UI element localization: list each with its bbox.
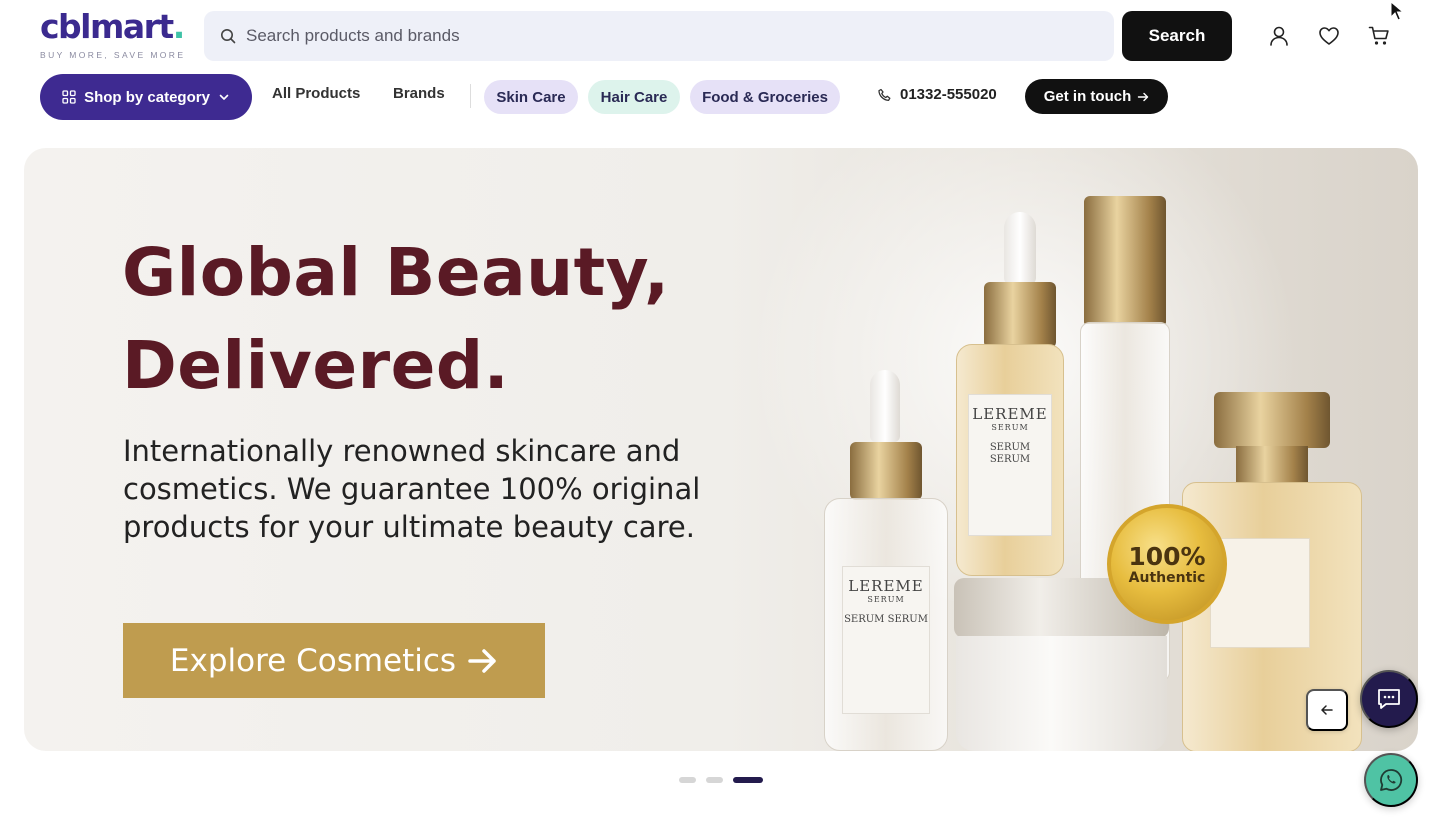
user-icon[interactable] [1267,24,1291,48]
jar-body [956,636,1167,751]
hero-title-line-1: Global Beauty, [122,234,670,311]
search-icon [221,29,236,44]
logo-text: cblmart [40,7,174,46]
label-brand: LEREME [848,577,924,595]
chat-icon [1378,689,1400,709]
pill-food-groceries[interactable]: Food & Groceries [690,80,840,114]
carousel-dot-3-active[interactable] [733,777,763,783]
hero-subtitle: Internationally renowned skincare and co… [123,434,701,544]
logo-dot: . [172,7,186,46]
middle-dropper-collar [984,282,1056,348]
site-logo[interactable]: cblmart. BUY MORE, SAVE MORE [40,8,185,64]
carousel-dot-1[interactable] [679,777,696,783]
chat-button[interactable] [1360,670,1418,728]
hero-title: Global Beauty, Delivered. [122,226,670,412]
nav-divider [470,84,471,108]
shop-by-category-label: Shop by category [84,88,210,106]
nav-link-brands[interactable]: Brands [393,85,445,102]
heart-icon[interactable] [1317,24,1341,48]
logo-tagline: BUY MORE, SAVE MORE [40,50,186,60]
whatsapp-button[interactable] [1364,753,1418,807]
middle-bottle-label: LEREME SERUM SERUM SERUM [968,394,1052,536]
explore-cosmetics-button[interactable]: Explore Cosmetics [123,623,545,698]
get-in-touch-button[interactable]: Get in touch [1025,79,1168,114]
phone-icon [878,88,891,101]
label-product-name: SERUM SERUM [844,614,928,625]
middle-dropper-bulb [1004,212,1036,284]
tall-bottle-cap [1084,196,1166,324]
hero-banner: Global Beauty, Delivered. Internationall… [24,148,1418,751]
label-brand: LEREME [972,405,1048,423]
shop-by-category-button[interactable]: Shop by category [40,74,252,120]
front-bottle-label: LEREME SERUM SERUM SERUM [842,566,930,714]
arrow-right-icon [468,648,496,673]
whatsapp-icon [1380,769,1403,791]
get-in-touch-label: Get in touch [1043,88,1132,105]
grid-icon [62,90,76,104]
seal-percent: 100% [1128,541,1206,571]
front-dropper-bulb [870,370,900,442]
perfume-neck [1236,446,1308,486]
arrow-left-icon [1321,705,1333,715]
seal-text: Authentic [1128,569,1206,586]
search-input[interactable] [246,16,1096,56]
label-product-name: SERUM SERUM [989,442,1031,465]
nav-link-all-products[interactable]: All Products [272,85,360,102]
mouse-cursor-icon [1390,1,1404,21]
search-button[interactable]: Search [1122,11,1232,61]
pill-hair-care[interactable]: Hair Care [588,80,680,114]
chevron-down-icon [219,94,229,100]
pill-skin-care[interactable]: Skin Care [484,80,578,114]
search-bar [204,11,1114,61]
explore-cosmetics-label: Explore Cosmetics [169,642,457,679]
phone-number: 01332-555020 [900,86,997,103]
cart-icon[interactable] [1367,24,1391,48]
authentic-seal: 100% Authentic [1107,504,1227,624]
label-type: SERUM [867,595,905,604]
label-type: SERUM [991,423,1029,432]
phone-link[interactable]: 01332-555020 [878,86,997,103]
front-dropper-collar [850,442,922,500]
hero-title-line-2: Delivered. [122,327,510,404]
carousel-prev-button[interactable] [1306,689,1348,731]
arrow-right-icon [1138,92,1149,101]
carousel-dot-2[interactable] [706,777,723,783]
perfume-cap [1214,392,1330,448]
